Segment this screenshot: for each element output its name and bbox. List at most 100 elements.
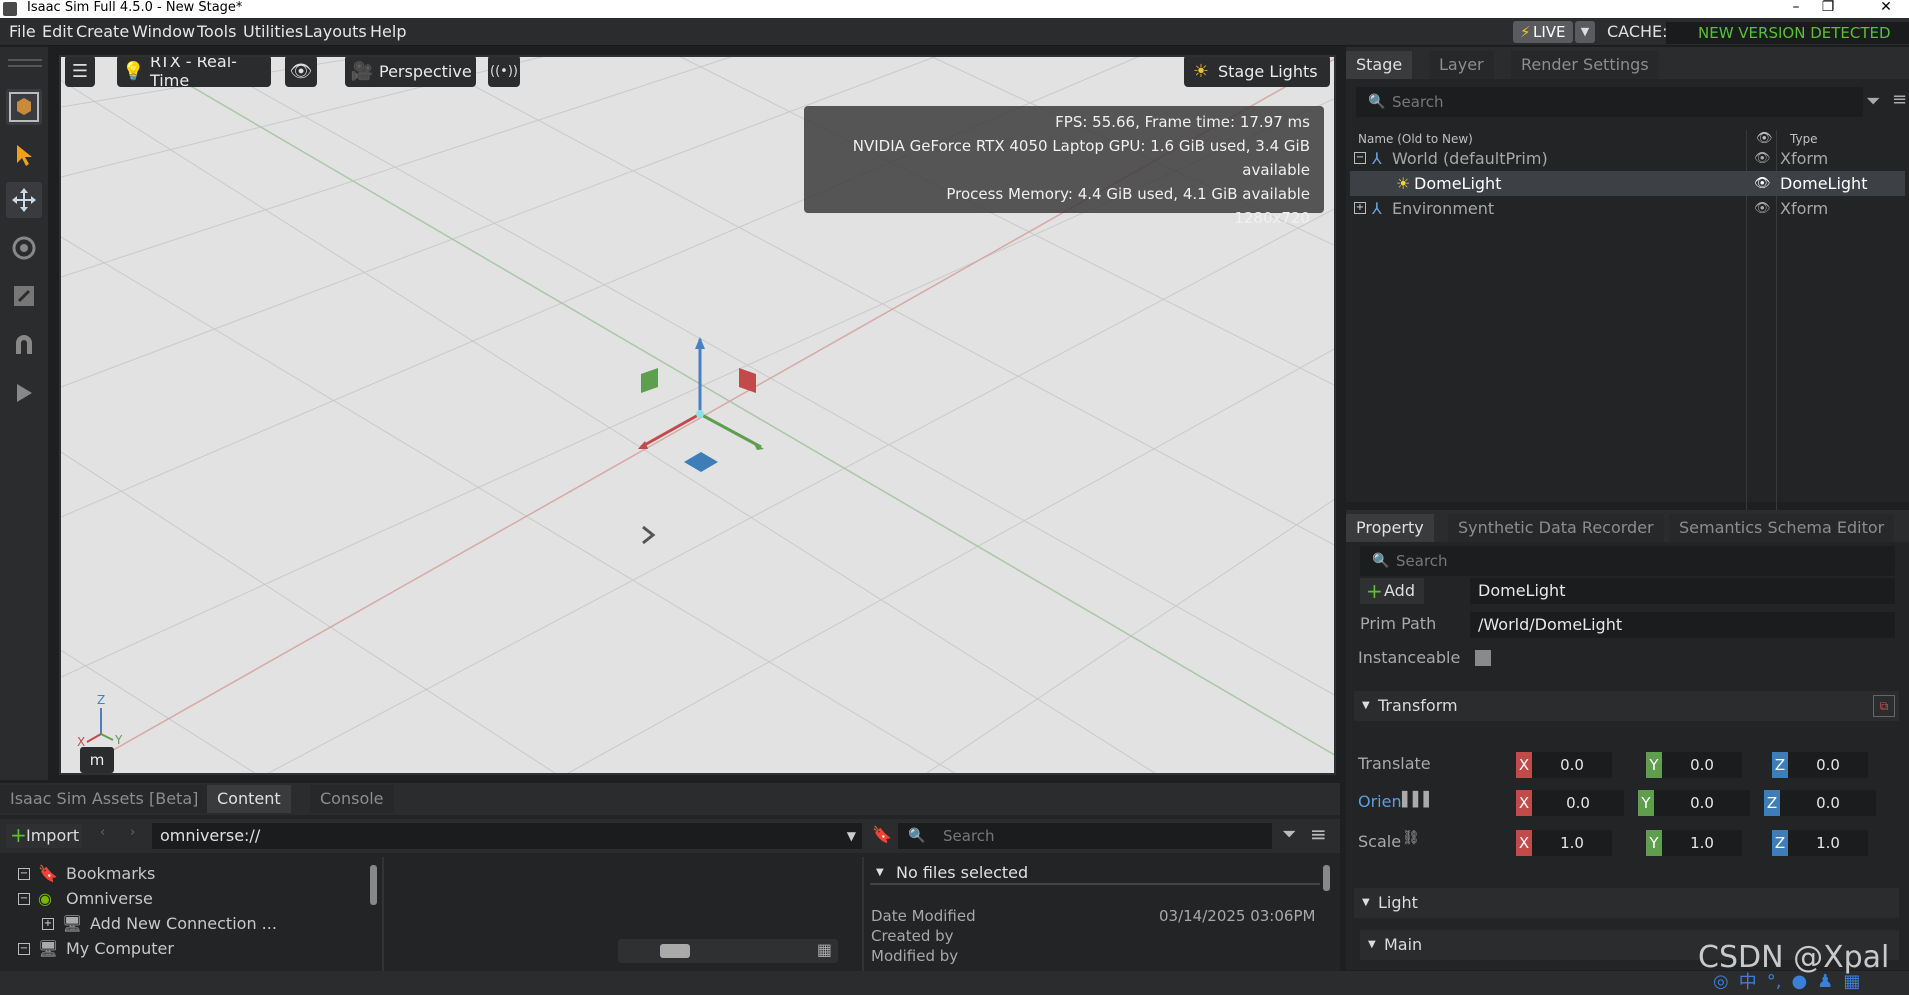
close-window-button[interactable]: ✕	[1866, 0, 1906, 16]
tree-scrollbar[interactable]	[370, 865, 377, 905]
camera-button[interactable]: 🎥 Perspective	[345, 57, 476, 87]
scale-z-field[interactable]: 1.0	[1788, 830, 1868, 856]
orient-x-field[interactable]: 0.0	[1532, 790, 1624, 816]
eye-icon[interactable]: 👁	[1754, 196, 1771, 221]
viewport[interactable]: ☰ 💡 RTX - Real-Time 👁 🎥 Perspective ((•)…	[59, 55, 1336, 775]
collapse-icon[interactable]: −	[18, 943, 30, 955]
tab-content[interactable]: Content	[207, 785, 291, 813]
snap-magnet-icon[interactable]	[6, 327, 42, 363]
select-mode-icon[interactable]	[6, 89, 42, 125]
orient-label[interactable]: Orien	[1358, 792, 1402, 811]
menu-edit[interactable]: Edit	[42, 18, 73, 46]
menu-tools[interactable]: Tools	[197, 18, 236, 46]
tab-property[interactable]: Property	[1346, 514, 1434, 542]
menu-help[interactable]: Help	[370, 18, 406, 46]
tab-synthetic-data-recorder[interactable]: Synthetic Data Recorder	[1448, 514, 1664, 542]
menu-create[interactable]: Create	[76, 18, 129, 46]
tab-console[interactable]: Console	[310, 785, 394, 813]
transform-section-header[interactable]: ▼ Transform ⧉	[1354, 691, 1899, 721]
grid-view-icon[interactable]: ▦	[817, 940, 832, 959]
eye-icon[interactable]: 👁	[1754, 146, 1771, 171]
viewport-settings-button[interactable]: ☰	[65, 57, 95, 87]
menu-layouts[interactable]: Layouts	[304, 18, 367, 46]
expand-icon[interactable]: +	[42, 918, 54, 930]
renderer-button[interactable]: 💡 RTX - Real-Time	[117, 57, 271, 90]
back-arrow-icon[interactable]: ‹	[100, 825, 105, 840]
prim-path-field[interactable]: /World/DomeLight	[1470, 612, 1895, 638]
move-icon[interactable]	[6, 182, 42, 218]
live-dropdown-button[interactable]: ▼	[1575, 21, 1595, 43]
stage-search-input[interactable]: 🔍 Search	[1356, 87, 1863, 117]
property-search-input[interactable]: 🔍 Search	[1360, 546, 1895, 576]
scale-icon[interactable]	[6, 278, 42, 314]
eye-icon[interactable]: 👁	[1754, 171, 1771, 196]
orient-z-field[interactable]: 0.0	[1780, 790, 1876, 816]
scale-y-field[interactable]: 1.0	[1662, 830, 1742, 856]
bookmark-icon[interactable]: 🔖	[872, 825, 892, 844]
translate-z-field[interactable]: 0.0	[1788, 752, 1868, 778]
stage-row-world[interactable]: − ⅄ World (defaultPrim) 👁 Xform	[1350, 146, 1905, 171]
content-search-input[interactable]: 🔍 Search	[898, 823, 1272, 849]
collapse-icon[interactable]: −	[18, 868, 30, 880]
ime-user-icon[interactable]: ♟	[1817, 971, 1833, 992]
light-section-header[interactable]: ▼ Light	[1354, 888, 1899, 918]
instanceable-checkbox[interactable]	[1475, 650, 1491, 666]
view-zoom-slider[interactable]: ▦	[618, 939, 838, 963]
ime-logo-icon[interactable]: ◎	[1713, 971, 1729, 992]
tree-item-my-computer[interactable]: − 🖥 My Computer	[18, 937, 368, 961]
visibility-button[interactable]: 👁	[285, 57, 317, 87]
orient-mode-icon[interactable]: ▌▌▌	[1402, 792, 1434, 808]
select-arrow-icon[interactable]	[6, 137, 42, 173]
tab-stage[interactable]: Stage	[1346, 51, 1413, 79]
transform-options-icon[interactable]: ⧉	[1873, 695, 1895, 717]
translate-x-badge: X	[1516, 752, 1532, 778]
translate-y-field[interactable]: 0.0	[1662, 752, 1742, 778]
menu-window[interactable]: Window	[132, 18, 195, 46]
new-version-notice[interactable]: NEW VERSION DETECTED	[1666, 22, 1909, 44]
expand-icon[interactable]: +	[1354, 202, 1366, 214]
collapse-icon[interactable]: −	[18, 893, 30, 905]
play-icon[interactable]	[6, 375, 42, 411]
translate-label: Translate	[1358, 754, 1431, 773]
stage-row-domelight[interactable]: ☀ DomeLight 👁 DomeLight	[1350, 171, 1905, 196]
slider-thumb[interactable]	[660, 944, 690, 958]
orient-y-field[interactable]: 0.0	[1654, 790, 1750, 816]
ime-voice-icon[interactable]: ●	[1791, 971, 1807, 992]
import-button[interactable]: + Import	[6, 823, 82, 848]
tree-item-add-connection[interactable]: + 🖥 Add New Connection ...	[42, 912, 372, 936]
menu-file[interactable]: File	[9, 18, 36, 46]
tab-semantics-schema-editor[interactable]: Semantics Schema Editor	[1669, 514, 1895, 542]
scale-link-icon[interactable]: ⛓	[1402, 830, 1420, 846]
translate-x-field[interactable]: 0.0	[1532, 752, 1612, 778]
ime-grid-icon[interactable]: ▦	[1843, 971, 1860, 992]
menu-utilities[interactable]: Utilities	[243, 18, 303, 46]
name-column-header[interactable]: Name (Old to New)	[1358, 132, 1473, 146]
live-button[interactable]: ⚡ LIVE	[1513, 21, 1573, 43]
details-scrollbar[interactable]	[1323, 865, 1330, 891]
audio-button[interactable]: ((•))	[488, 57, 520, 87]
prim-name-field[interactable]: DomeLight	[1470, 578, 1895, 604]
menu-icon[interactable]: ≡	[1892, 89, 1907, 110]
rotate-icon[interactable]	[6, 230, 42, 266]
menu-icon[interactable]: ≡	[1310, 822, 1327, 846]
scale-x-field[interactable]: 1.0	[1532, 830, 1612, 856]
tab-isaac-sim-assets[interactable]: Isaac Sim Assets [Beta]	[0, 785, 209, 813]
stage-lights-button[interactable]: ☀ Stage Lights	[1184, 57, 1330, 87]
forward-arrow-icon[interactable]: ›	[130, 825, 135, 840]
tree-item-bookmarks[interactable]: − 🔖 Bookmarks	[18, 862, 368, 886]
ime-chinese-icon[interactable]: 中	[1739, 968, 1757, 994]
details-header[interactable]: ▼ No files selected	[870, 861, 1320, 885]
filter-icon[interactable]: ⏷	[1866, 91, 1880, 112]
tab-layer[interactable]: Layer	[1429, 51, 1494, 79]
filter-icon[interactable]: ⏷	[1282, 824, 1296, 845]
path-input[interactable]: omniverse:// ▼	[152, 823, 862, 849]
restore-button[interactable]: ❐	[1808, 0, 1848, 16]
dropdown-arrow-icon[interactable]: ▼	[847, 823, 856, 849]
ime-punctuation-icon[interactable]: °,	[1767, 971, 1782, 992]
tree-item-omniverse[interactable]: − ◉ Omniverse	[18, 887, 368, 911]
add-button[interactable]: + Add	[1360, 578, 1424, 604]
collapse-icon[interactable]: −	[1354, 152, 1366, 164]
stage-row-environment[interactable]: + ⅄ Environment 👁 Xform	[1350, 196, 1905, 221]
tab-render-settings[interactable]: Render Settings	[1511, 51, 1659, 79]
type-column-header[interactable]: Type	[1790, 132, 1818, 146]
